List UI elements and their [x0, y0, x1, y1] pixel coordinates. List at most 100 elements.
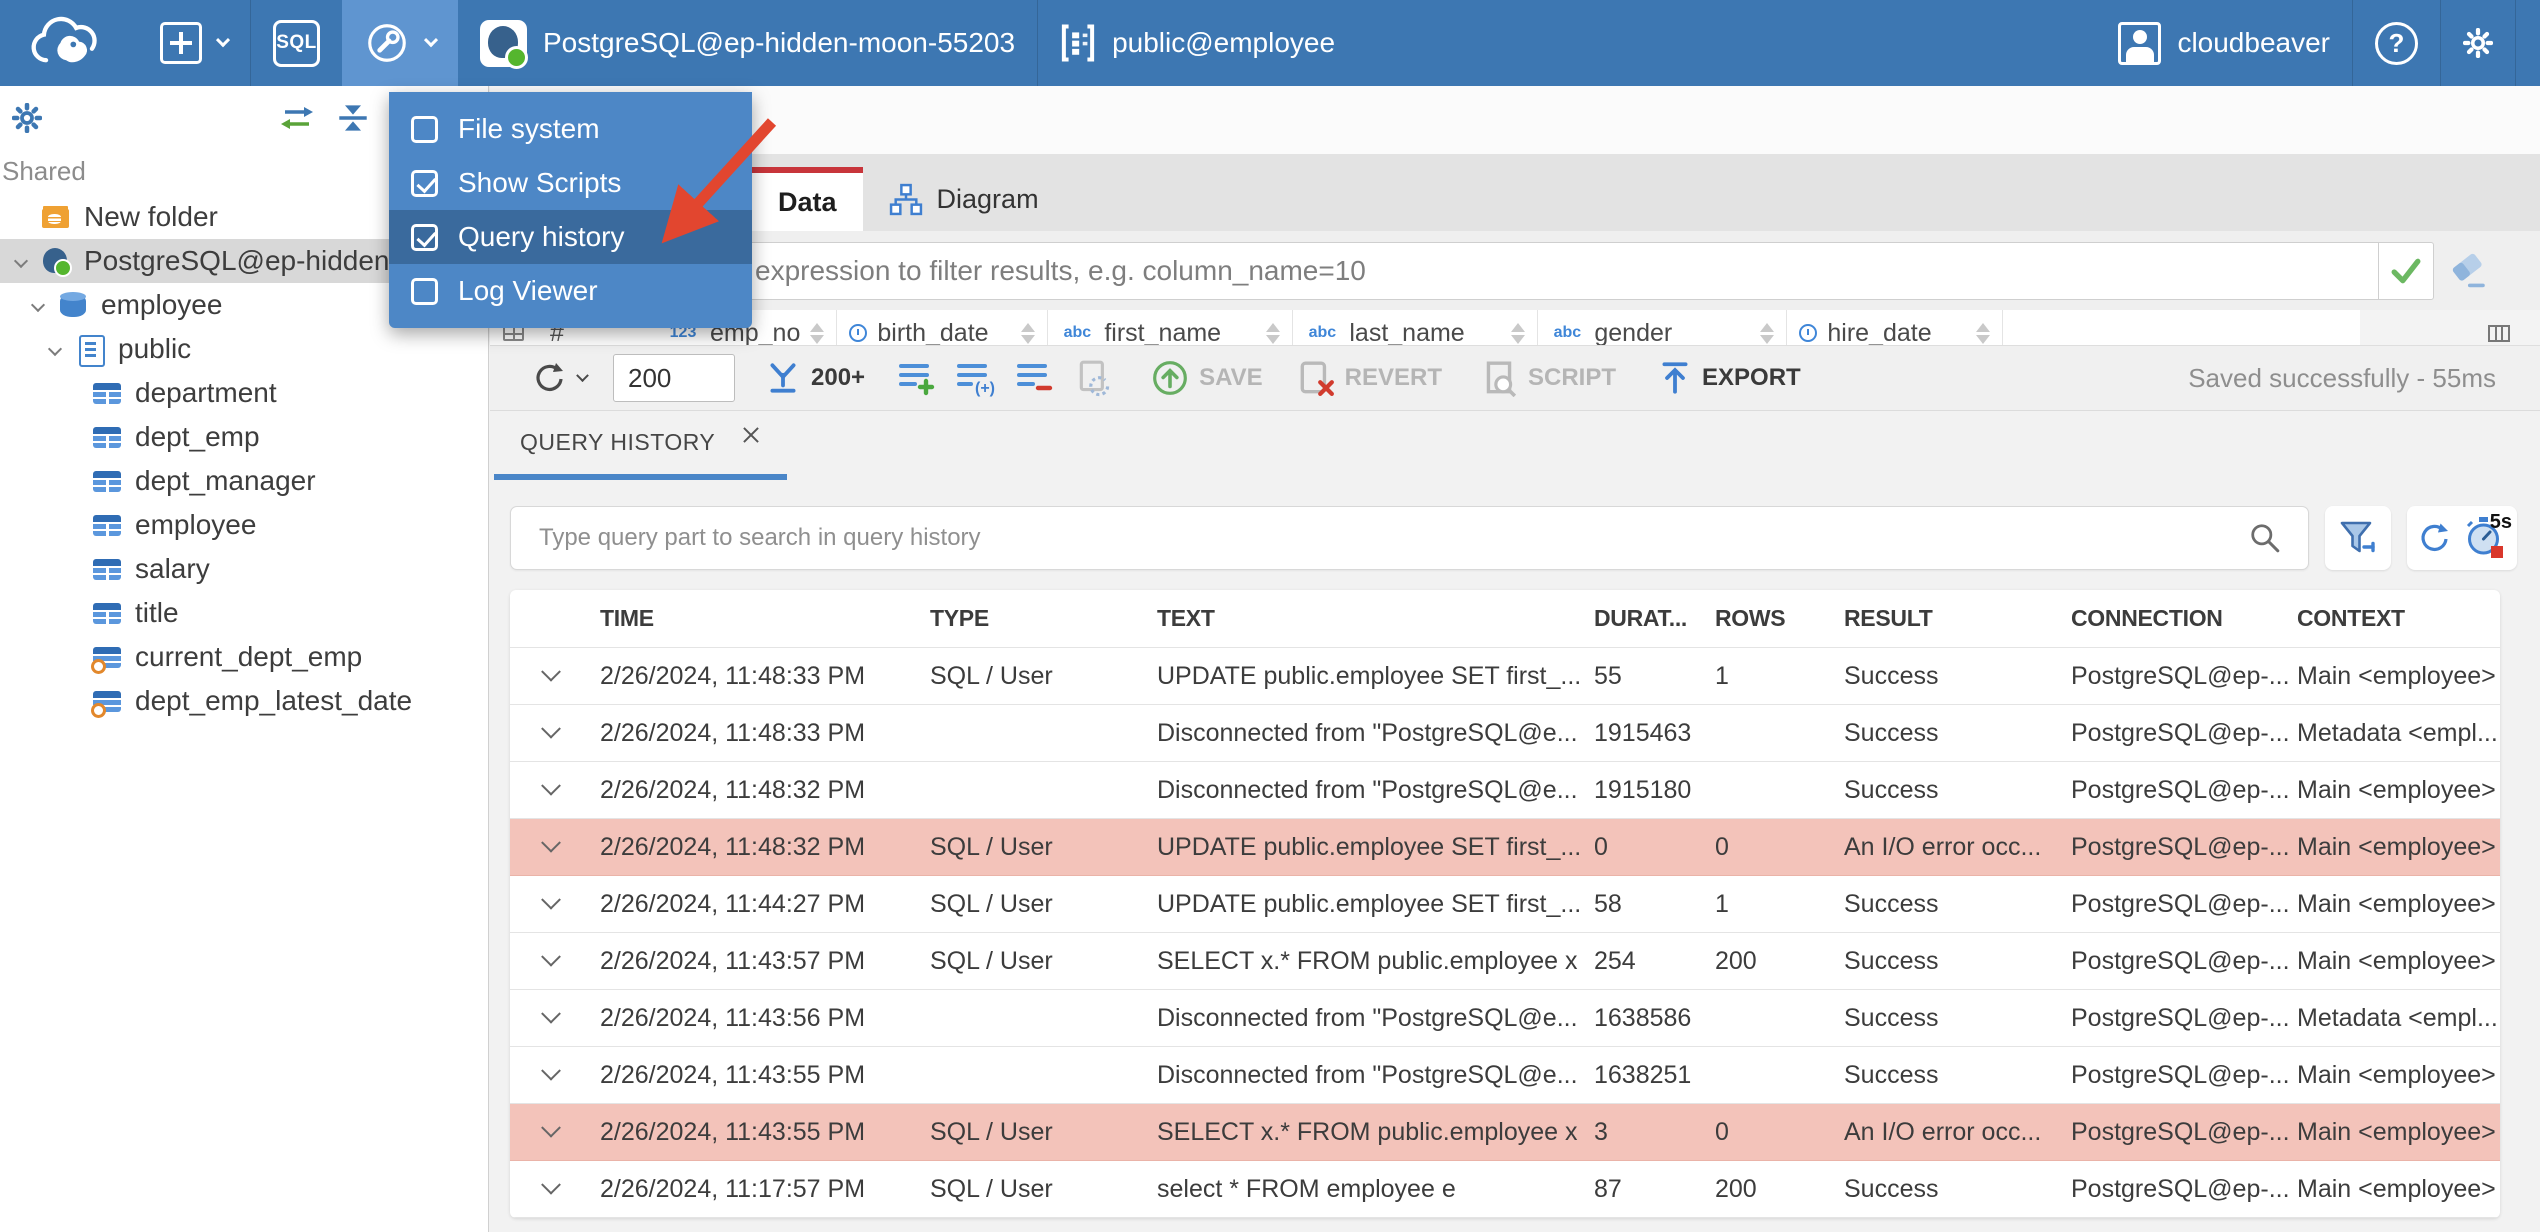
expand-row-icon[interactable]: [541, 669, 561, 682]
clear-filter-button[interactable]: [2444, 246, 2494, 296]
help-button[interactable]: ?: [2353, 0, 2440, 86]
cell-rows: 0: [1715, 1117, 1729, 1146]
sql-editor-button[interactable]: SQL: [251, 0, 342, 86]
column-header[interactable]: RESULT: [1844, 605, 2071, 632]
user-menu-button[interactable]: cloudbeaver: [2096, 0, 2352, 86]
expander-chevron-icon[interactable]: [8, 253, 34, 269]
export-button[interactable]: EXPORT: [1658, 360, 1801, 396]
expand-row-icon[interactable]: [541, 1182, 561, 1195]
schema-selector[interactable]: public@employee: [1038, 0, 1357, 86]
grid-column-header[interactable]: first_name: [1048, 310, 1294, 345]
new-object-button[interactable]: [138, 0, 250, 86]
sort-icon[interactable]: [1266, 323, 1280, 344]
tree-item[interactable]: employee: [0, 503, 488, 547]
connection-selector[interactable]: PostgreSQL@ep-hidden-moon-55203: [458, 0, 1037, 86]
sort-icon[interactable]: [1511, 323, 1525, 344]
expand-row-icon[interactable]: [541, 1011, 561, 1024]
grid-column-header[interactable]: gender: [1538, 310, 1788, 345]
sort-icon[interactable]: [1760, 323, 1774, 344]
expand-row-icon[interactable]: [541, 840, 561, 853]
refresh-history-icon[interactable]: [2416, 519, 2454, 557]
tab-diagram[interactable]: Diagram: [863, 167, 1065, 231]
expand-row-icon[interactable]: [541, 954, 561, 967]
query-history-search-input[interactable]: [510, 506, 2309, 570]
expander-chevron-icon[interactable]: [25, 297, 51, 313]
expand-row-icon[interactable]: [541, 1068, 561, 1081]
column-header[interactable]: DURAT...: [1594, 605, 1715, 632]
expand-row-icon[interactable]: [541, 1125, 561, 1138]
grid-column-header[interactable]: birth_date: [837, 310, 1049, 345]
tree-item[interactable]: public: [0, 327, 488, 371]
expand-row-icon[interactable]: [541, 897, 561, 910]
tree-item[interactable]: title: [0, 591, 488, 635]
column-type-icon: [1550, 324, 1584, 342]
expander-chevron-icon[interactable]: [42, 341, 68, 357]
query-history-row[interactable]: 2/26/2024, 11:48:32 PM Disconnected from…: [510, 762, 2500, 819]
column-header[interactable]: CONNECTION: [2071, 605, 2297, 632]
tree-item[interactable]: salary: [0, 547, 488, 591]
tools-menu-button[interactable]: [342, 0, 458, 86]
navigator-settings-button[interactable]: [10, 101, 44, 135]
cell-result: Success: [1844, 661, 1939, 690]
menu-item[interactable]: Query history: [389, 210, 752, 264]
expand-row-icon[interactable]: [541, 783, 561, 796]
grid-column-header[interactable]: last_name: [1293, 310, 1539, 346]
tab-data[interactable]: Data: [752, 167, 863, 231]
script-button[interactable]: SCRIPT: [1480, 359, 1616, 397]
row-limit-input[interactable]: [613, 354, 735, 402]
tree-item[interactable]: dept_emp: [0, 415, 488, 459]
sort-icon[interactable]: [810, 323, 824, 344]
sort-icon[interactable]: [1976, 323, 1990, 344]
menu-item[interactable]: Log Viewer: [389, 264, 752, 318]
sort-icon[interactable]: [1021, 323, 1035, 344]
tree-item[interactable]: current_dept_emp: [0, 635, 488, 679]
tree-item[interactable]: department: [0, 371, 488, 415]
column-header[interactable]: ROWS: [1715, 605, 1844, 632]
query-history-row[interactable]: 2/26/2024, 11:43:55 PM Disconnected from…: [510, 1047, 2500, 1104]
fetch-more-button[interactable]: 200+: [765, 360, 865, 396]
auto-refresh-timer-button[interactable]: 5s: [2464, 511, 2512, 563]
refresh-button[interactable]: [530, 358, 589, 398]
column-header[interactable]: TYPE: [930, 605, 1157, 632]
columns-visibility-icon[interactable]: [2488, 324, 2510, 342]
query-history-row[interactable]: 2/26/2024, 11:44:27 PM SQL / User UPDATE…: [510, 876, 2500, 933]
menu-checkbox[interactable]: [411, 169, 438, 197]
delete-row-button[interactable]: [1015, 359, 1055, 397]
menu-checkbox[interactable]: [411, 223, 438, 251]
query-history-row[interactable]: 2/26/2024, 11:48:32 PM SQL / User UPDATE…: [510, 819, 2500, 876]
cloudbeaver-logo[interactable]: [0, 0, 138, 86]
duplicate-row-button[interactable]: (+): [955, 359, 997, 397]
grid-column-header[interactable]: hire_date: [1787, 310, 2004, 345]
revert-button[interactable]: REVERT: [1297, 359, 1442, 397]
menu-item[interactable]: File system: [389, 102, 752, 156]
settings-button[interactable]: [2441, 0, 2515, 86]
query-history-row[interactable]: 2/26/2024, 11:43:55 PM SQL / User SELECT…: [510, 1104, 2500, 1161]
column-header[interactable]: TEXT: [1157, 605, 1594, 632]
collapse-all-button[interactable]: [336, 101, 370, 135]
query-history-row[interactable]: 2/26/2024, 11:17:57 PM SQL / User select…: [510, 1161, 2500, 1218]
tab-query-history[interactable]: QUERY HISTORY: [494, 411, 788, 480]
close-icon[interactable]: [741, 425, 761, 445]
query-history-row[interactable]: 2/26/2024, 11:48:33 PM SQL / User UPDATE…: [510, 648, 2500, 705]
tree-item[interactable]: dept_emp_latest_date: [0, 679, 488, 723]
checkmark-icon: [2391, 258, 2421, 283]
menu-checkbox[interactable]: [411, 277, 438, 305]
filter-expression-input[interactable]: [502, 241, 2378, 300]
menu-item[interactable]: Show Scripts: [389, 156, 752, 210]
query-history-row[interactable]: 2/26/2024, 11:43:57 PM SQL / User SELECT…: [510, 933, 2500, 990]
refresh-document-button[interactable]: [1075, 358, 1115, 398]
column-header[interactable]: CONTEXT: [2297, 605, 2500, 632]
expand-row-icon[interactable]: [541, 726, 561, 739]
column-name: last_name: [1349, 318, 1465, 346]
menu-checkbox[interactable]: [411, 115, 438, 143]
column-header[interactable]: TIME: [600, 605, 930, 632]
cloudbeaver-app: SQL PostgreSQL@ep-hidden-moon-55203 publ…: [0, 0, 2540, 1232]
apply-filter-button[interactable]: [2378, 241, 2434, 300]
query-history-row[interactable]: 2/26/2024, 11:48:33 PM Disconnected from…: [510, 705, 2500, 762]
tree-item[interactable]: dept_manager: [0, 459, 488, 503]
history-filter-button[interactable]: [2325, 506, 2391, 570]
query-history-row[interactable]: 2/26/2024, 11:43:56 PM Disconnected from…: [510, 990, 2500, 1047]
sync-connections-button[interactable]: [280, 101, 314, 135]
add-row-button[interactable]: [897, 359, 937, 397]
save-button[interactable]: SAVE: [1151, 359, 1263, 397]
